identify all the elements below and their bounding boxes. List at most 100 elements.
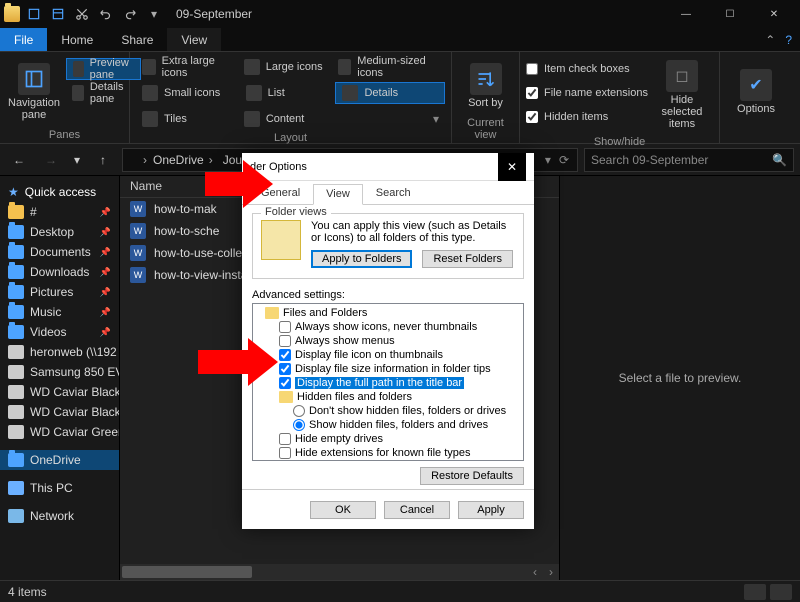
sidebar-item-9[interactable]: WD Caviar Black📌	[0, 382, 119, 402]
tree-item-4[interactable]: Display the full path in the title bar	[255, 376, 521, 390]
tab-share[interactable]: Share	[107, 28, 167, 51]
tree-item-6[interactable]: Don't show hidden files, folders or driv…	[255, 404, 521, 418]
sidebar-item-11[interactable]: WD Caviar Greer📌	[0, 422, 119, 442]
ribbon-collapse-icon[interactable]: ⌃	[765, 33, 775, 47]
checkbox-input[interactable]	[279, 433, 291, 445]
sidebar-item-8[interactable]: Samsung 850 EV📌	[0, 362, 119, 382]
qat-properties-icon[interactable]	[48, 4, 68, 24]
apply-button[interactable]: Apply	[458, 501, 524, 519]
close-button[interactable]: ✕	[752, 0, 796, 28]
address-dropdown-icon[interactable]: ▾	[545, 153, 551, 167]
horizontal-scrollbar[interactable]: ‹›	[120, 564, 559, 580]
checkbox-input[interactable]	[279, 335, 291, 347]
qat-dropdown-icon[interactable]: ▾	[144, 4, 164, 24]
radio-input[interactable]	[293, 405, 305, 417]
scroll-right-icon[interactable]: ›	[543, 565, 559, 579]
status-view-thumbs-icon[interactable]	[770, 584, 792, 600]
advanced-settings-tree[interactable]: Files and Folders Always show icons, nev…	[252, 303, 524, 461]
checkbox-input[interactable]	[279, 349, 291, 361]
tab-view[interactable]: View	[167, 28, 221, 51]
layout-details[interactable]: Details	[335, 82, 445, 104]
advanced-settings-label: Advanced settings:	[252, 289, 524, 301]
scroll-left-icon[interactable]: ‹	[527, 565, 543, 579]
dialog-tab-search[interactable]: Search	[363, 183, 424, 204]
checkbox-input[interactable]	[279, 363, 291, 375]
tree-item-8[interactable]: Hide empty drives	[255, 432, 521, 446]
sidebar-item-6[interactable]: Videos📌	[0, 322, 119, 342]
layout-more-icon[interactable]: ▾	[332, 108, 445, 130]
tree-item-9[interactable]: Hide extensions for known file types	[255, 446, 521, 460]
sidebar-thispc[interactable]: This PC	[0, 478, 119, 498]
reset-folders-button[interactable]: Reset Folders	[422, 250, 512, 268]
dialog-titlebar[interactable]: der Options ✕	[242, 153, 534, 181]
tree-item-2[interactable]: Display file icon on thumbnails	[255, 348, 521, 362]
tree-item-1[interactable]: Always show menus	[255, 334, 521, 348]
tree-item-5[interactable]: Hidden files and folders	[255, 390, 521, 404]
maximize-button[interactable]: ☐	[708, 0, 752, 28]
tree-item-7[interactable]: Show hidden files, folders and drives	[255, 418, 521, 432]
layout-lg-icons[interactable]: Large icons	[238, 56, 332, 78]
crumb-0[interactable]: OneDrive	[149, 153, 217, 167]
nav-recent-dropdown[interactable]: ▾	[70, 148, 84, 172]
tree-item-3[interactable]: Display file size information in folder …	[255, 362, 521, 376]
navigation-pane-button[interactable]: Navigation pane	[6, 56, 62, 127]
tab-home[interactable]: Home	[47, 28, 107, 51]
layout-content[interactable]: Content	[238, 108, 332, 130]
checkbox-input[interactable]	[279, 377, 291, 389]
ok-button[interactable]: OK	[310, 501, 376, 519]
nav-up-button[interactable]: ↑	[90, 148, 116, 172]
chk-hidden-items[interactable]: Hidden items	[526, 106, 648, 128]
dialog-tab-view[interactable]: View	[313, 184, 363, 205]
checkbox-input[interactable]	[279, 321, 291, 333]
sidebar-item-label: Desktop	[30, 225, 74, 239]
help-icon[interactable]: ?	[785, 33, 792, 47]
sidebar-item-0[interactable]: #📌	[0, 202, 119, 222]
details-icon	[72, 85, 84, 101]
hide-selected-button[interactable]: ◻ Hide selected items	[652, 56, 712, 134]
checkbox-input[interactable]	[279, 447, 291, 459]
cancel-button[interactable]: Cancel	[384, 501, 450, 519]
layout-list[interactable]: List	[240, 82, 336, 104]
blue-icon	[8, 265, 24, 279]
file-name: how-to-mak	[154, 202, 217, 216]
options-button[interactable]: ✔ Options	[726, 56, 786, 127]
sort-by-button[interactable]: Sort by	[458, 56, 513, 115]
layout-sm-icons[interactable]: Small icons	[136, 82, 240, 104]
layout-tiles[interactable]: Tiles	[136, 108, 238, 130]
sidebar-item-4[interactable]: Pictures📌	[0, 282, 119, 302]
sidebar-item-label: heronweb (\\192	[30, 345, 117, 359]
sidebar-item-1[interactable]: Desktop📌	[0, 222, 119, 242]
qat-pin-icon[interactable]	[24, 4, 44, 24]
qat-undo-icon[interactable]	[96, 4, 116, 24]
scrollbar-thumb[interactable]	[122, 566, 252, 578]
apply-to-folders-button[interactable]: Apply to Folders	[311, 250, 412, 268]
dialog-close-button[interactable]: ✕	[498, 153, 526, 181]
sidebar-item-10[interactable]: WD Caviar Black📌	[0, 402, 119, 422]
nav-forward-button[interactable]: →	[38, 148, 64, 172]
qat-redo-icon[interactable]	[120, 4, 140, 24]
tree-item-0[interactable]: Always show icons, never thumbnails	[255, 320, 521, 334]
status-view-details-icon[interactable]	[744, 584, 766, 600]
sidebar-item-3[interactable]: Downloads📌	[0, 262, 119, 282]
minimize-button[interactable]: —	[664, 0, 708, 28]
restore-defaults-button[interactable]: Restore Defaults	[420, 467, 524, 485]
tab-file[interactable]: File	[0, 28, 47, 51]
sidebar-item-label: Documents	[30, 245, 91, 259]
tree-item-10[interactable]: Hide folder merge conflicts	[255, 460, 521, 461]
chk-file-extensions[interactable]: File name extensions	[526, 82, 648, 104]
sidebar-item-2[interactable]: Documents📌	[0, 242, 119, 262]
sidebar-onedrive[interactable]: OneDrive	[0, 450, 119, 470]
nav-back-button[interactable]: ←	[6, 148, 32, 172]
blue-icon	[8, 305, 24, 319]
radio-input[interactable]	[293, 419, 305, 431]
layout-xl-icons[interactable]: Extra large icons	[136, 56, 238, 78]
qat-cut-icon[interactable]	[72, 4, 92, 24]
address-refresh-icon[interactable]: ⟳	[559, 153, 569, 167]
chk-item-checkboxes[interactable]: Item check boxes	[526, 58, 648, 80]
sidebar-network[interactable]: Network	[0, 506, 119, 526]
sidebar-quickaccess[interactable]: ★Quick access	[0, 182, 119, 202]
sidebar-item-5[interactable]: Music📌	[0, 302, 119, 322]
layout-md-icons[interactable]: Medium-sized icons	[332, 56, 445, 78]
sidebar-item-7[interactable]: heronweb (\\192📌	[0, 342, 119, 362]
search-input[interactable]: Search 09-September 🔍	[584, 148, 794, 172]
